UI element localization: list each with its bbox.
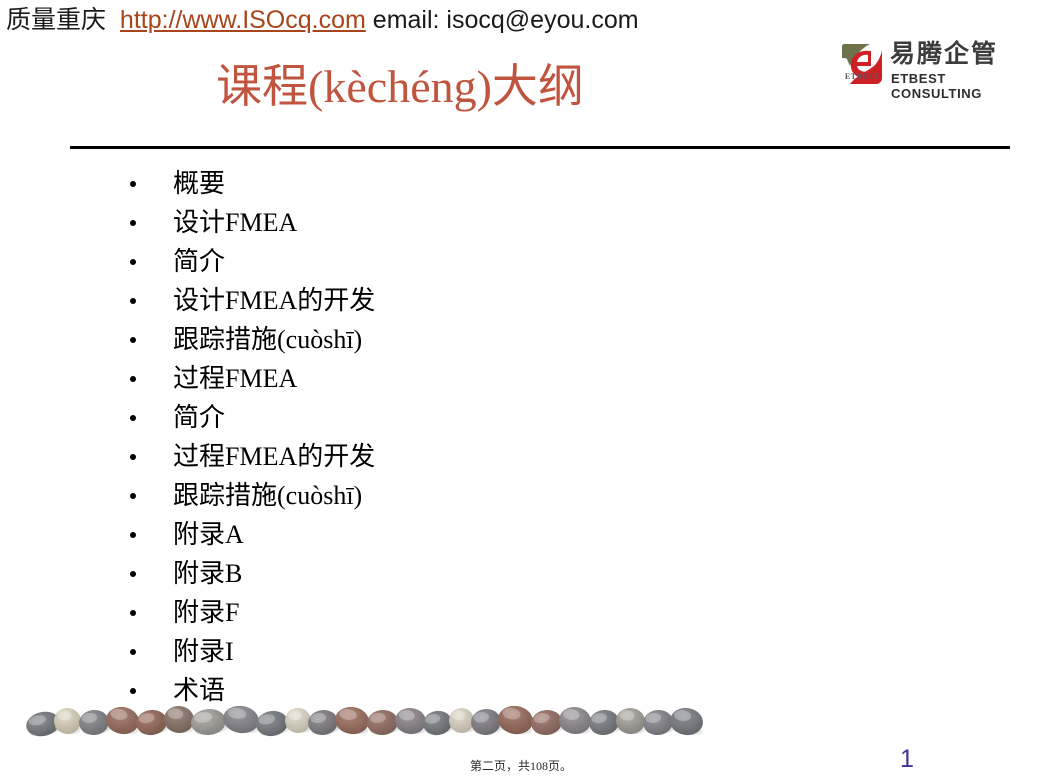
pebble: [616, 707, 645, 735]
outline-item: 过程FMEA: [128, 359, 848, 398]
header-url-link[interactable]: http://www.ISOcq.com: [120, 6, 366, 34]
etbest-logo: ETBEST 易腾企管 ETBEST CONSULTING: [840, 40, 1018, 101]
outline-item-label: 跟踪措施(cuòshī): [173, 325, 363, 354]
bullet-dot-icon: [130, 375, 136, 382]
slide-footer-note: 第二页，共108页。: [469, 759, 572, 773]
outline-item-label: 过程FMEA: [173, 364, 298, 393]
pebble: [106, 706, 139, 735]
pebble: [335, 706, 369, 735]
outline-item: 跟踪措施(cuòshī): [128, 320, 848, 359]
outline-item: 附录F: [128, 593, 848, 632]
pebble: [308, 709, 340, 736]
outline-item-label: 概要: [173, 169, 226, 198]
outline-item: 附录A: [128, 515, 848, 554]
outline-item-label: 设计FMEA的开发: [173, 286, 376, 315]
pebble: [223, 705, 259, 734]
header-email-text: email: isocq@eyou.com: [372, 6, 639, 34]
bullet-dot-icon: [130, 531, 136, 538]
bullet-dot-icon: [130, 570, 136, 577]
page-header: 质量重庆 http://www.ISOcq.com email: isocq@e…: [6, 4, 639, 36]
header-site-label: 质量重庆: [6, 6, 107, 34]
bullet-dot-icon: [130, 336, 136, 343]
course-outline-list: 概要 设计FMEA 简介 设计FMEA的开发 跟踪措施(cuòshī) 过程FMEA 简介过…: [128, 164, 848, 710]
pebble: [498, 705, 533, 735]
bullet-dot-icon: [130, 219, 136, 226]
pebble: [367, 709, 400, 736]
bullet-dot-icon: [130, 609, 136, 616]
bullet-dot-icon: [130, 453, 136, 460]
pebble: [164, 705, 194, 734]
bullet-dot-icon: [130, 414, 136, 421]
outline-item: 附录B: [128, 554, 848, 593]
outline-item-label: 附录F: [173, 598, 240, 627]
pebble: [471, 708, 503, 736]
bullet-dot-icon: [130, 297, 136, 304]
pebble: [136, 709, 169, 736]
pebble: [395, 707, 426, 735]
outline-item-label: 跟踪措施(cuòshī): [173, 481, 363, 510]
outline-item: 附录I: [128, 632, 848, 671]
bullet-dot-icon: [130, 180, 136, 187]
slide-title: 课程(kèchéng)大纲: [216, 61, 584, 112]
bullet-dot-icon: [130, 492, 136, 499]
outline-item-label: 简介: [173, 403, 226, 432]
bullet-dot-icon: [130, 258, 136, 265]
etbest-logo-name-en: ETBEST CONSULTING: [891, 71, 982, 101]
outline-item: 跟踪措施(cuòshī): [128, 476, 848, 515]
pebble-border-decoration: [26, 705, 703, 737]
pebble: [559, 706, 591, 735]
pebble: [531, 709, 564, 736]
outline-item: 概要: [128, 164, 848, 203]
outline-item: 设计FMEA: [128, 203, 848, 242]
outline-item-label: 附录I: [173, 637, 234, 666]
bullet-dot-icon: [130, 687, 136, 694]
slide-page-number: 1: [900, 745, 914, 773]
pebble: [79, 709, 111, 736]
pebble: [670, 707, 703, 736]
outline-item: 设计FMEA的开发: [128, 281, 848, 320]
outline-item: 简介: [128, 242, 848, 281]
outline-item-label: 附录A: [173, 520, 244, 549]
etbest-logo-name-cn: 易腾企管: [890, 40, 999, 68]
etbest-logo-mark-wordmark: ETBEST: [844, 72, 880, 81]
outline-item-label: 附录B: [173, 559, 243, 588]
outline-item: 过程FMEA的开发: [128, 437, 848, 476]
bullet-dot-icon: [130, 648, 136, 655]
outline-item: 简介: [128, 398, 848, 437]
pebble: [643, 709, 675, 736]
outline-item-label: 过程FMEA的开发: [173, 442, 376, 471]
pebble: [256, 710, 290, 737]
pebble: [191, 708, 228, 736]
title-divider-rule: [70, 146, 1010, 149]
outline-item-label: 设计FMEA: [173, 208, 298, 237]
outline-item-label: 简介: [173, 247, 226, 276]
